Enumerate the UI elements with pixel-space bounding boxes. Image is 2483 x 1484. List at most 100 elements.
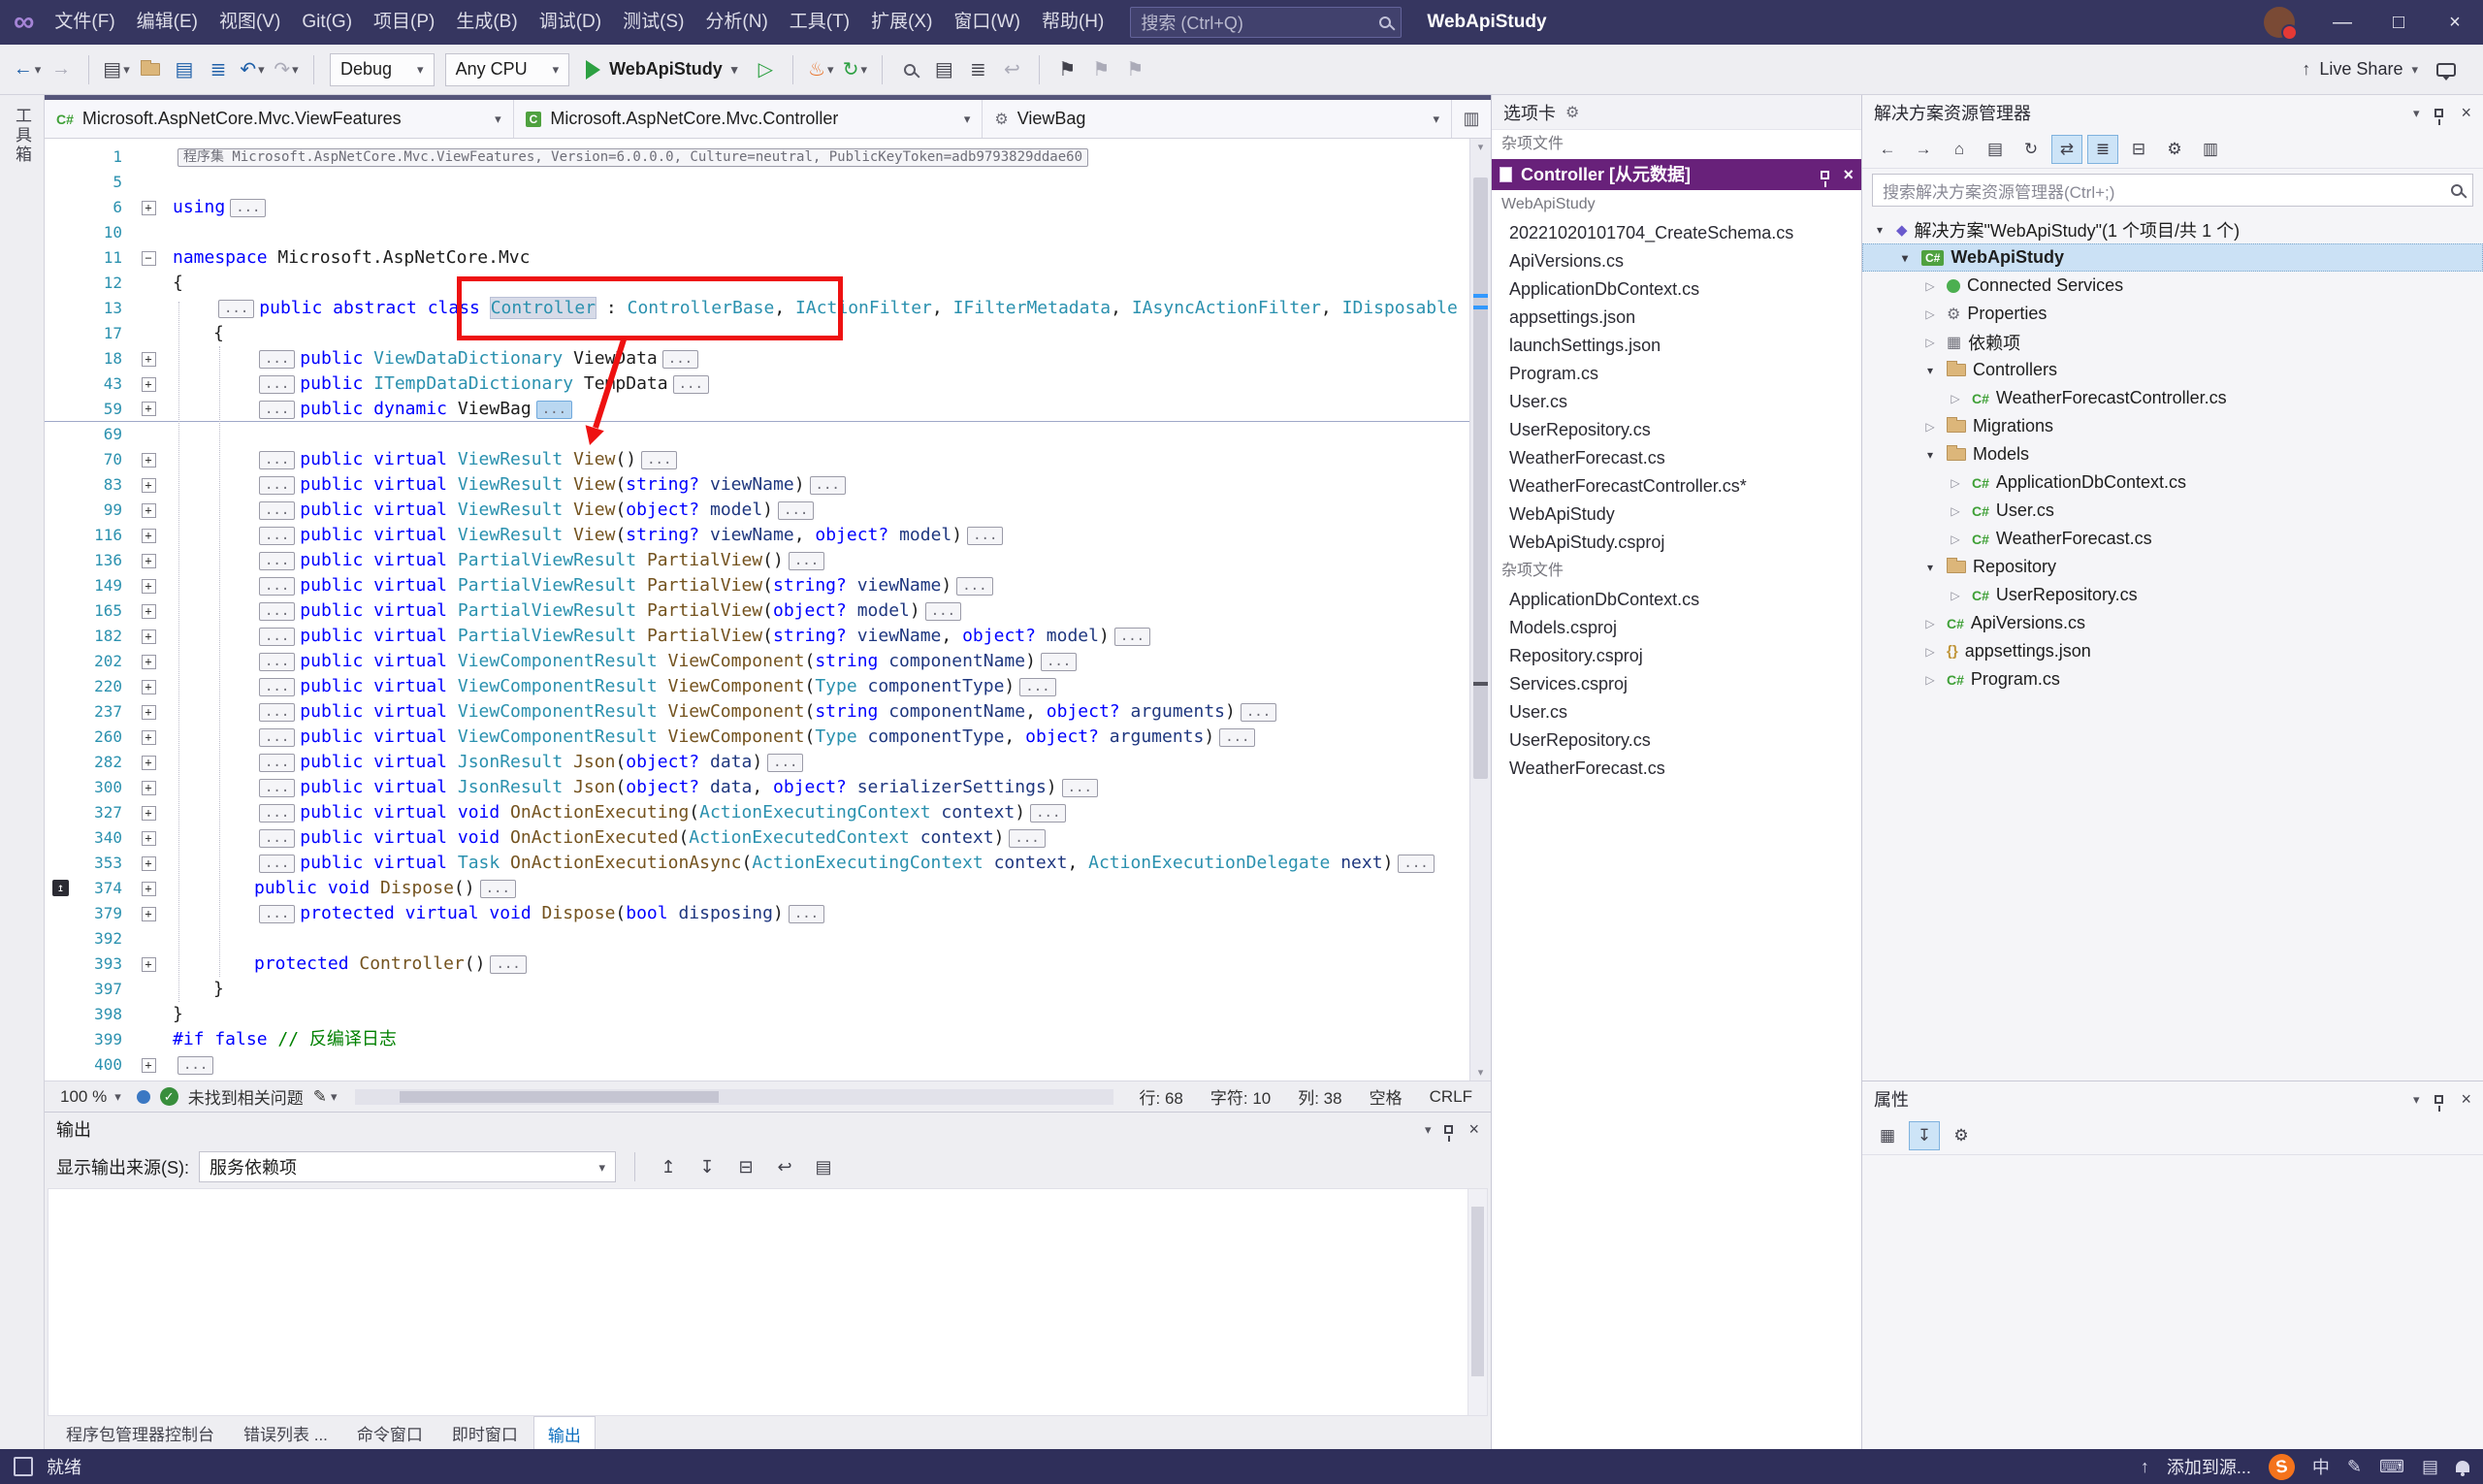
fold-toggle-icon[interactable]: + [141, 502, 156, 518]
document-tab[interactable]: ApplicationDbContext.cs [1492, 275, 1861, 304]
fold-toggle-icon[interactable]: + [141, 780, 156, 795]
fold-toggle-icon[interactable]: + [141, 1057, 156, 1073]
menu-item[interactable]: 项目(P) [363, 0, 445, 45]
platform-select[interactable]: Any CPU ▾ [444, 52, 570, 86]
member-scope-dropdown[interactable]: ⚙ ViewBag ▾ [983, 100, 1453, 138]
save-all-icon[interactable]: ≣ [203, 52, 234, 87]
code-line[interactable]: 392 [45, 926, 1469, 952]
collapsed-region[interactable]: ... [177, 1055, 214, 1075]
tree-item[interactable]: ▾ Models [1862, 440, 2483, 468]
word-wrap-icon[interactable]: ↩ [770, 1152, 799, 1181]
collapsed-region[interactable]: ... [259, 753, 296, 772]
gear-icon[interactable]: ⚙ [1565, 103, 1579, 122]
collapsed-region[interactable]: ... [1240, 702, 1277, 722]
output-source-select[interactable]: 服务依赖项 ▾ [199, 1151, 616, 1182]
split-editor-icon[interactable]: ▥ [1452, 100, 1491, 138]
scrollbar-thumb[interactable] [1471, 1207, 1484, 1376]
collapsed-region[interactable]: ... [259, 904, 296, 923]
close-icon[interactable]: × [2461, 1089, 2471, 1110]
tree-item[interactable]: ▷ {} appsettings.json [1862, 637, 2483, 665]
editor-vertical-scrollbar[interactable]: ▾ ▾ [1469, 139, 1491, 1081]
collapsed-region[interactable]: ... [259, 778, 296, 797]
editor-horizontal-scrollbar[interactable] [354, 1088, 1113, 1105]
panel-options-icon[interactable]: ▾ [2413, 1093, 2420, 1106]
collapsed-region[interactable]: ... [259, 627, 296, 646]
document-tab[interactable]: User.cs [1492, 388, 1861, 416]
show-all-files-icon[interactable]: ≣ [2087, 134, 2118, 164]
code-line[interactable]: 400 +... [45, 1052, 1469, 1078]
fold-toggle-icon[interactable]: + [141, 578, 156, 594]
fold-toggle-icon[interactable]: + [141, 553, 156, 568]
code-line[interactable]: 149 + ... public virtual PartialViewResult … [45, 573, 1469, 598]
fold-toggle-icon[interactable]: + [141, 881, 156, 896]
scrollbar-thumb[interactable] [400, 1090, 719, 1103]
collapsed-region[interactable]: ... [259, 576, 296, 596]
scrollbar-thumb[interactable] [1473, 177, 1488, 779]
menu-item[interactable]: 分析(N) [694, 0, 778, 45]
expander-expanded-icon[interactable]: ▾ [1895, 251, 1915, 265]
preview-selected-icon[interactable]: ▥ [2195, 135, 2226, 164]
output-content[interactable] [48, 1188, 1488, 1416]
code-line[interactable]: 327 +... public virtual void OnActionExecu… [45, 800, 1469, 825]
collapsed-region[interactable]: ... [259, 374, 296, 394]
find-in-files-icon[interactable] [894, 52, 925, 87]
code-line[interactable]: 379 +... protected virtual void Dispose(bo… [45, 901, 1469, 926]
toolbox-vertical-tab[interactable]: 工具箱 [10, 107, 34, 1449]
fold-toggle-icon[interactable]: + [141, 830, 156, 846]
collapsed-region[interactable]: 程序集 Microsoft.AspNetCore.Mvc.ViewFeature… [177, 147, 1089, 167]
menu-item[interactable]: Git(G) [291, 0, 363, 45]
tree-item[interactable]: ▷ C# WeatherForecast.cs [1862, 525, 2483, 553]
fold-toggle-icon[interactable]: + [141, 351, 156, 367]
document-tab[interactable]: Controller [从元数据] × [1492, 159, 1861, 190]
collapsed-region[interactable]: ... [1113, 627, 1151, 646]
account-avatar[interactable] [2264, 7, 2298, 41]
document-tab[interactable]: Services.csproj [1492, 670, 1861, 698]
comment-icon[interactable]: ↩ [996, 52, 1027, 87]
close-icon[interactable]: × [2461, 103, 2471, 123]
fold-toggle-icon[interactable]: + [141, 855, 156, 871]
collapsed-region[interactable]: ... [1061, 778, 1098, 797]
background-tasks-icon[interactable] [14, 1457, 33, 1476]
indent-icon[interactable]: ≣ [962, 52, 993, 87]
collapsed-region[interactable]: ... [1398, 854, 1435, 873]
solution-search-input[interactable]: 搜索解决方案资源管理器(Ctrl+;) [1872, 174, 2473, 207]
project-scope-dropdown[interactable]: C# Microsoft.AspNetCore.Mvc.ViewFeatures… [45, 100, 514, 138]
code-line[interactable]: 99 +... public virtual ViewResult View(obj… [45, 498, 1469, 523]
collapsed-region[interactable]: ... [259, 803, 296, 823]
copy-icon[interactable]: ▤ [809, 1152, 838, 1181]
next-message-icon[interactable]: ↧ [693, 1152, 722, 1181]
document-tab[interactable]: Models.csproj [1492, 614, 1861, 642]
code-line[interactable]: 6 + using... [45, 195, 1469, 220]
tree-item[interactable]: ▾ Controllers [1862, 356, 2483, 384]
code-line[interactable]: 136 + ... public virtual PartialViewResult … [45, 548, 1469, 573]
code-line[interactable]: 70 +... public virtual ViewResult View()..… [45, 447, 1469, 472]
code-line[interactable]: 18 +... public ViewDataDictionary ViewData… [45, 346, 1469, 371]
navigate-forward-icon[interactable]: → [46, 52, 77, 87]
undo-icon[interactable]: ↶ ▾ [237, 52, 268, 87]
collapsed-region[interactable]: ... [259, 450, 296, 469]
document-tab[interactable]: WeatherForecast.cs [1492, 755, 1861, 783]
tree-item[interactable]: ▷ C# WeatherForecastController.cs [1862, 384, 2483, 412]
expander-collapsed-icon[interactable]: ▷ [1920, 420, 1940, 434]
document-tab[interactable]: UserRepository.cs [1492, 416, 1861, 444]
notifications-bell-icon[interactable] [2456, 1461, 2469, 1476]
expander-collapsed-icon[interactable]: ▷ [1920, 673, 1940, 687]
pin-icon[interactable] [1821, 170, 1830, 187]
document-tab[interactable]: 20221020101704_CreateSchema.cs [1492, 219, 1861, 247]
ime-mode-indicator[interactable]: 中 [2312, 1454, 2330, 1479]
collapsed-region[interactable]: ... [788, 904, 825, 923]
quick-search-input[interactable]: 搜索 (Ctrl+Q) [1130, 7, 1403, 38]
code-analysis-icon[interactable] [136, 1089, 150, 1104]
code-line[interactable]: 300 +... public virtual JsonResult Json(ob… [45, 775, 1469, 800]
collapsed-region[interactable]: ... [259, 551, 296, 570]
document-tab[interactable]: appsettings.json [1492, 304, 1861, 332]
live-share-button[interactable]: ↑ Live Share ▾ [2302, 59, 2418, 80]
switch-views-icon[interactable]: ▤ [1980, 135, 2011, 164]
collapsed-region[interactable]: ... [259, 349, 296, 369]
panel-tab[interactable]: 错误列表 ... [230, 1416, 341, 1449]
code-line[interactable]: 43 +... public ITempDataDictionary TempDat… [45, 371, 1469, 397]
collapsed-region[interactable]: ... [259, 601, 296, 621]
menu-item[interactable]: 帮助(H) [1031, 0, 1114, 45]
document-outline-icon[interactable]: ▤ [928, 52, 959, 87]
menu-item[interactable]: 视图(V) [209, 0, 291, 45]
